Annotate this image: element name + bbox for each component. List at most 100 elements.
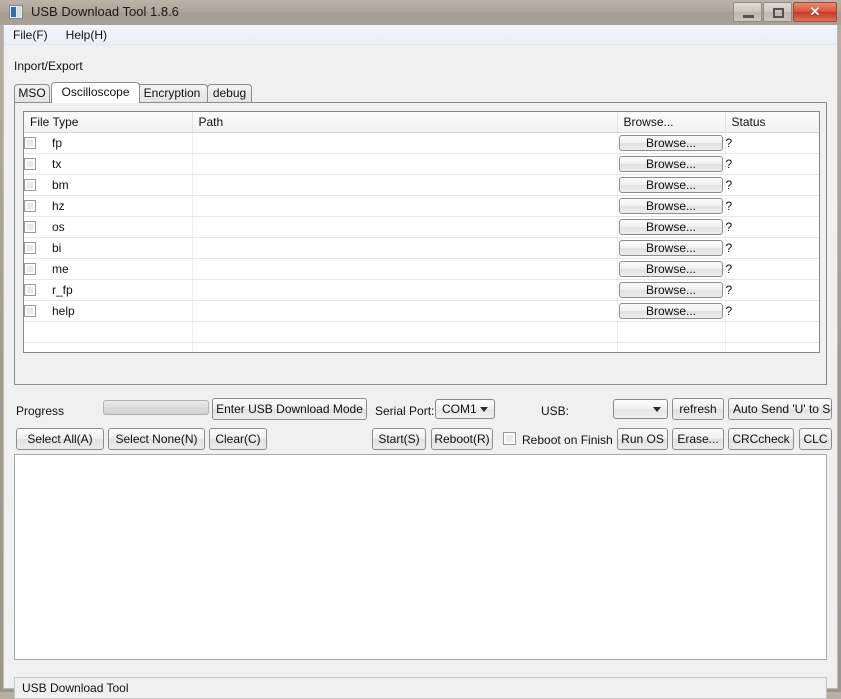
column-header-browse[interactable]: Browse...	[617, 112, 726, 133]
row-checkbox[interactable]	[24, 283, 36, 296]
table-row[interactable]: os Browse...?	[24, 216, 819, 238]
browse-button[interactable]: Browse...	[619, 281, 723, 298]
cell-path[interactable]	[192, 258, 618, 280]
cell-path[interactable]	[192, 153, 618, 175]
file-type-label: r_fp	[52, 282, 73, 297]
cell-path[interactable]	[192, 300, 618, 322]
row-checkbox[interactable]	[24, 157, 36, 170]
minimize-button[interactable]	[733, 2, 762, 22]
select-all-button[interactable]: Select All(A)	[16, 428, 104, 450]
reboot-on-finish-checkbox[interactable]	[503, 432, 516, 445]
cell-file-type: help	[24, 300, 193, 322]
maximize-button[interactable]	[763, 2, 792, 22]
cell-file-type: r_fp	[24, 279, 193, 301]
cell-browse: Browse...	[617, 300, 726, 322]
menu-item-file[interactable]: File(F)	[4, 26, 57, 44]
row-checkbox[interactable]	[24, 220, 36, 233]
browse-button[interactable]: Browse...	[619, 197, 723, 214]
select-none-button[interactable]: Select None(N)	[108, 428, 205, 450]
row-checkbox[interactable]	[24, 199, 36, 212]
enter-usb-download-mode-button[interactable]: Enter USB Download Mode	[212, 398, 367, 420]
file-table-container: File Type Path Browse... Status fp Browse…	[23, 111, 820, 353]
browse-button[interactable]: Browse...	[619, 239, 723, 256]
table-row[interactable]: hz Browse...?	[24, 195, 819, 217]
app-icon	[9, 5, 23, 19]
cell-browse: Browse...	[617, 195, 726, 217]
table-header-row: File Type Path Browse... Status	[24, 112, 819, 133]
cell-path[interactable]	[192, 132, 618, 154]
auto-send-u-button[interactable]: Auto Send 'U' to Se	[728, 398, 832, 420]
menu-bar: File(F) Help(H)	[4, 25, 837, 45]
table-row[interactable]: bi Browse...?	[24, 237, 819, 259]
cell-path[interactable]	[192, 237, 618, 259]
browse-button[interactable]: Browse...	[619, 302, 723, 319]
status-bar: USB Download Tool	[14, 677, 827, 699]
app-window: USB Download Tool 1.8.6 ✕ File(F) Help(H…	[0, 0, 841, 699]
cell-browse: Browse...	[617, 132, 726, 154]
tab-mso[interactable]: MSO	[14, 84, 50, 102]
table-row[interactable]: help Browse...?	[24, 300, 819, 322]
window-title: USB Download Tool 1.8.6	[31, 4, 179, 19]
tab-panel-oscilloscope: File Type Path Browse... Status fp Browse…	[14, 102, 827, 385]
cell-file-type: hz	[24, 195, 193, 217]
tab-oscilloscope[interactable]: Oscilloscope	[51, 82, 140, 103]
log-output-panel[interactable]	[14, 454, 827, 660]
reboot-button[interactable]: Reboot(R)	[431, 428, 493, 450]
tab-debug[interactable]: debug	[207, 84, 252, 102]
crccheck-button[interactable]: CRCcheck	[728, 428, 794, 450]
section-label: Inport/Export	[14, 59, 83, 73]
file-type-label: tx	[52, 156, 62, 171]
table-row-empty	[24, 342, 819, 352]
browse-button[interactable]: Browse...	[619, 134, 723, 151]
clear-button[interactable]: Clear(C)	[209, 428, 267, 450]
cell-file-type: os	[24, 216, 193, 238]
cell-status: ?	[725, 153, 819, 175]
start-button[interactable]: Start(S)	[372, 428, 426, 450]
maximize-icon	[773, 8, 784, 18]
cell-path[interactable]	[192, 216, 618, 238]
serial-port-select[interactable]: COM1	[435, 399, 495, 419]
table-row[interactable]: tx Browse...?	[24, 153, 819, 175]
row-checkbox[interactable]	[24, 262, 36, 275]
run-os-button[interactable]: Run OS	[617, 428, 668, 450]
row-checkbox[interactable]	[24, 136, 36, 149]
cell-status: ?	[725, 300, 819, 322]
column-header-file-type[interactable]: File Type	[24, 112, 193, 133]
file-type-label: me	[52, 261, 69, 276]
cell-status: ?	[725, 216, 819, 238]
column-header-path[interactable]: Path	[192, 112, 618, 133]
cell-status: ?	[725, 174, 819, 196]
table-row[interactable]: bm Browse...?	[24, 174, 819, 196]
table-row[interactable]: fp Browse...?	[24, 132, 819, 154]
cell-path[interactable]	[192, 279, 618, 301]
cell-path[interactable]	[192, 174, 618, 196]
cell-file-type: tx	[24, 153, 193, 175]
clc-button[interactable]: CLC	[799, 428, 832, 450]
controls-area: Progress Enter USB Download Mode Serial …	[4, 387, 839, 450]
erase-button[interactable]: Erase...	[672, 428, 724, 450]
row-checkbox[interactable]	[24, 241, 36, 254]
refresh-button[interactable]: refresh	[672, 398, 724, 420]
tab-encryption[interactable]: Encryption	[136, 84, 208, 102]
client-area: File(F) Help(H) Inport/Export MSO Oscill…	[3, 25, 839, 699]
usb-device-select[interactable]	[613, 399, 668, 419]
row-checkbox[interactable]	[24, 304, 36, 317]
file-type-label: os	[52, 219, 65, 234]
browse-button[interactable]: Browse...	[619, 260, 723, 277]
browse-button[interactable]: Browse...	[619, 176, 723, 193]
browse-button[interactable]: Browse...	[619, 155, 723, 172]
file-type-label: bm	[52, 177, 69, 192]
table-row[interactable]: me Browse...?	[24, 258, 819, 280]
cell-browse: Browse...	[617, 216, 726, 238]
table-row[interactable]: r_fp Browse...?	[24, 279, 819, 301]
menu-item-help[interactable]: Help(H)	[57, 26, 116, 44]
column-header-status[interactable]: Status	[725, 112, 819, 133]
table-body: fp Browse...? tx Browse...? bm Browse...? hz Br…	[24, 132, 819, 352]
cell-path[interactable]	[192, 195, 618, 217]
file-table: File Type Path Browse... Status fp Browse…	[24, 112, 819, 352]
file-type-label: help	[52, 303, 75, 318]
browse-button[interactable]: Browse...	[619, 218, 723, 235]
close-button[interactable]: ✕	[793, 2, 837, 22]
row-checkbox[interactable]	[24, 178, 36, 191]
cell-file-type: fp	[24, 132, 193, 154]
